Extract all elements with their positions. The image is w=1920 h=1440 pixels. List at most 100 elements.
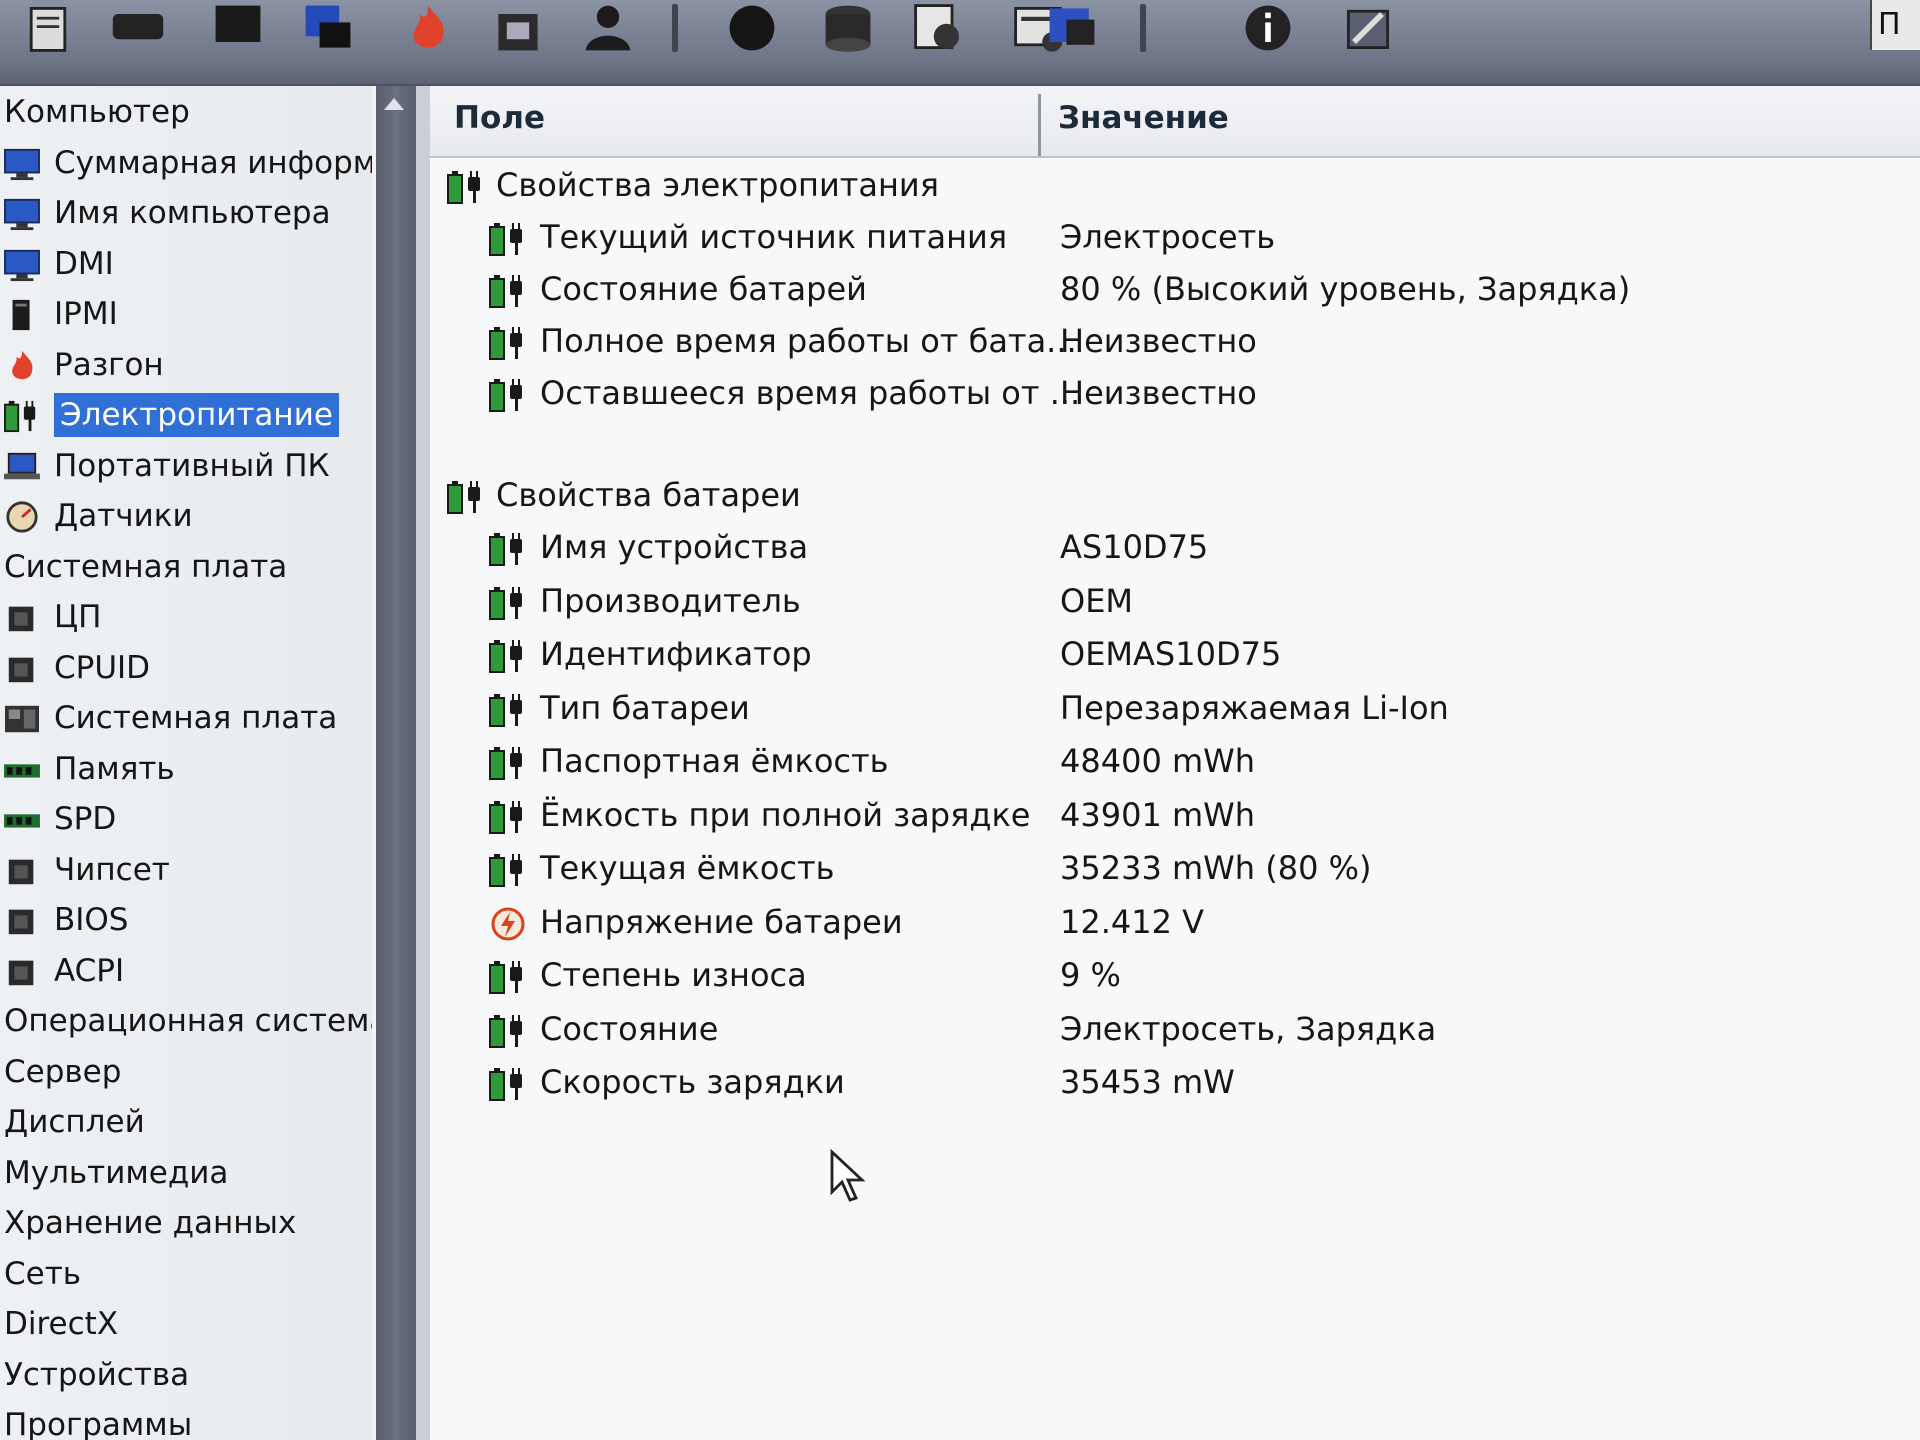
tree-item-label: Датчики xyxy=(54,498,193,534)
windows-icon[interactable] xyxy=(300,0,356,56)
toolbar-truncated-button[interactable]: П xyxy=(1870,0,1920,50)
property-row[interactable]: Имя устройства AS10D75 xyxy=(430,524,1920,572)
property-row[interactable]: Ёмкость при полной зарядке 43901 mWh xyxy=(430,792,1920,840)
battery-plug-icon xyxy=(488,691,528,729)
tree-item-label: Чипсет xyxy=(54,851,170,888)
property-value: 43901 mWh xyxy=(1060,795,1256,834)
property-row[interactable]: Паспортная ёмкость 48400 mWh xyxy=(430,738,1920,786)
property-row[interactable]: Полное время работы от бата... Неизвестно xyxy=(430,318,1920,366)
computer-icon[interactable] xyxy=(210,0,266,56)
cpu-icon[interactable] xyxy=(724,0,780,56)
memory-icon xyxy=(2,753,40,785)
tree-item-label: SPD xyxy=(54,801,117,837)
property-field: Производитель xyxy=(540,581,801,620)
property-field: Напряжение батареи xyxy=(540,902,903,941)
property-value: Неизвестно xyxy=(1060,322,1257,360)
battery-plug-icon xyxy=(488,584,528,622)
tree-item-label: Имя компьютера xyxy=(54,195,331,231)
benchmark-icon[interactable] xyxy=(490,0,546,56)
property-row[interactable]: Тип батареи Перезаряжаемая Li-Ion xyxy=(430,685,1920,733)
property-row[interactable]: Состояние батарей 80 % (Высокий уровень, … xyxy=(430,266,1920,314)
property-group[interactable]: Свойства батареи xyxy=(430,472,1920,520)
property-row[interactable]: Оставшееся время работы от ... Неизвестно xyxy=(430,370,1920,418)
motherboard-icon[interactable] xyxy=(110,0,166,56)
sidebar-tree[interactable]: Компьютер Суммарная информ Имя компьютера D… xyxy=(0,86,372,1440)
chip-icon xyxy=(2,652,40,684)
sidebar-scrollbar[interactable] xyxy=(376,86,416,1440)
property-value: OEM xyxy=(1060,581,1134,620)
battery-plug-icon xyxy=(488,851,528,889)
toolbar-separator xyxy=(672,4,678,52)
voltage-icon xyxy=(488,905,528,943)
property-row[interactable]: Текущий источник питания Электросеть xyxy=(430,214,1920,262)
memory-icon xyxy=(2,803,40,835)
tools-icon[interactable] xyxy=(1340,0,1396,56)
property-row[interactable]: Производитель OEM xyxy=(430,578,1920,626)
gpgpu-icon[interactable] xyxy=(910,0,966,56)
property-row[interactable]: Идентификатор OEMAS10D75 xyxy=(430,631,1920,679)
property-value: AS10D75 xyxy=(1060,528,1209,566)
property-row[interactable]: Скорость зарядки 35453 mW xyxy=(430,1059,1920,1107)
battery-plug-icon xyxy=(488,220,528,258)
tree-item-label: Системная плата xyxy=(4,548,288,585)
property-row[interactable]: Состояние Электросеть, Зарядка xyxy=(430,1006,1920,1054)
display-icon[interactable] xyxy=(1044,0,1100,56)
battery-plug-icon xyxy=(488,272,528,310)
battery-plug-icon xyxy=(488,637,528,675)
property-value: Перезаряжаемая Li-Ion xyxy=(1060,688,1449,727)
chip-icon xyxy=(2,601,40,633)
property-value: 48400 mWh xyxy=(1060,742,1256,780)
column-resize-handle[interactable] xyxy=(1038,94,1041,156)
battery-plug-icon xyxy=(2,399,40,433)
tree-item-label: Разгон xyxy=(54,346,164,383)
database-icon[interactable] xyxy=(820,0,876,56)
tree-item-label: Портативный ПК xyxy=(54,447,330,484)
tree-item-label: ACPI xyxy=(54,952,125,989)
battery-plug-icon xyxy=(446,478,486,516)
tree-item-label: DirectX xyxy=(4,1306,119,1342)
property-value: 35453 mW xyxy=(1060,1063,1235,1101)
property-row[interactable]: Степень износа 9 % xyxy=(430,952,1920,1000)
tree-item-label: CPUID xyxy=(54,649,151,686)
battery-plug-icon xyxy=(488,324,528,362)
tree-item-label: DMI xyxy=(54,245,114,282)
info-icon[interactable] xyxy=(1240,0,1296,56)
motherboard-icon xyxy=(2,702,40,734)
tree-item-label: Операционная система xyxy=(4,1003,372,1039)
property-value: 12.412 V xyxy=(1060,902,1205,941)
details-panel: Поле Значение Свойства электропитания Тек… xyxy=(430,86,1920,1440)
property-group-title: Свойства батареи xyxy=(496,476,801,514)
user-icon[interactable] xyxy=(580,0,636,56)
property-row[interactable]: Напряжение батареи 12.412 V xyxy=(430,899,1920,947)
scroll-up-arrow-icon[interactable] xyxy=(384,98,404,110)
tree-item-label: Устройства xyxy=(4,1356,190,1393)
property-group[interactable]: Свойства электропитания xyxy=(430,162,1920,210)
chip-icon xyxy=(2,904,40,936)
property-value: 9 % xyxy=(1060,956,1121,994)
property-value: 35233 mWh (80 %) xyxy=(1060,849,1372,887)
property-field: Паспортная ёмкость xyxy=(540,742,889,780)
tree-item-label: ЦП xyxy=(54,599,102,635)
property-field: Идентификатор xyxy=(540,635,812,673)
laptop-icon xyxy=(2,450,40,482)
column-header-field[interactable]: Поле xyxy=(454,100,545,136)
report-icon[interactable] xyxy=(20,0,76,56)
battery-plug-icon xyxy=(488,798,528,836)
column-header-value[interactable]: Значение xyxy=(1058,100,1229,136)
overclock-flame-icon[interactable] xyxy=(400,0,456,56)
property-field: Состояние xyxy=(540,1009,719,1048)
property-value: Электросеть xyxy=(1060,218,1276,256)
property-field: Ёмкость при полной зарядке xyxy=(540,795,1031,834)
property-field: Степень износа xyxy=(540,956,807,994)
property-row[interactable]: Текущая ёмкость 35233 mWh (80 %) xyxy=(430,845,1920,893)
splitter[interactable] xyxy=(416,86,430,1440)
tree-item-label: Электропитание xyxy=(54,393,339,437)
toolbar-separator xyxy=(1140,4,1146,52)
property-field: Состояние батарей xyxy=(540,270,867,308)
property-field: Оставшееся время работы от ... xyxy=(540,374,1081,412)
property-field: Имя устройства xyxy=(540,528,809,566)
property-field: Полное время работы от бата... xyxy=(540,322,1077,360)
battery-plug-icon xyxy=(488,1012,528,1050)
property-field: Тип батареи xyxy=(540,688,750,727)
gauge-icon xyxy=(2,500,40,533)
